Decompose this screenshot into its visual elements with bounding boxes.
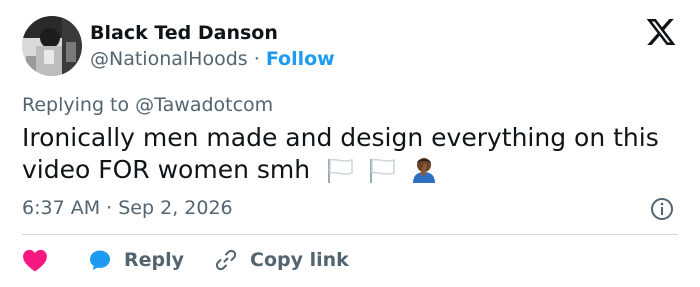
tweet-text: Ironically men made and design everythin… <box>22 122 682 191</box>
tweet-timestamp[interactable]: 6:37 AM · Sep 2, 2026 <box>22 197 233 219</box>
avatar[interactable] <box>22 16 82 76</box>
copy-link-button[interactable]: Copy link <box>214 248 349 272</box>
tweet-text-line-2: video FOR women smh <box>22 154 682 191</box>
reply-label: Reply <box>124 249 185 271</box>
white-flag-icon <box>368 157 396 191</box>
tweet-date: Sep 2, 2026 <box>118 197 233 219</box>
author-handle[interactable]: @NationalHoods <box>90 48 248 70</box>
avatar-photo <box>22 16 82 76</box>
timestamp-separator: · <box>106 197 113 219</box>
author-name[interactable]: Black Ted Danson <box>90 22 278 44</box>
replying-prefix: Replying to <box>22 94 130 116</box>
reply-bubble-icon <box>90 250 110 270</box>
replying-mention[interactable]: @Tawadotcom <box>135 94 273 116</box>
tweet-text-line-2-text: video FOR women smh <box>22 155 311 184</box>
heart-icon <box>23 249 47 272</box>
tweet-time: 6:37 AM <box>22 197 101 219</box>
tweet-text-line-1: Ironically men made and design everythin… <box>22 123 659 152</box>
like-button[interactable] <box>22 248 48 272</box>
reply-button[interactable]: Reply <box>88 248 184 272</box>
replying-to: Replying to @Tawadotcom <box>22 94 273 116</box>
person-facepalming-icon <box>410 155 438 191</box>
author-handle-row: @NationalHoods · Follow <box>90 48 335 70</box>
white-flag-icon <box>326 157 354 191</box>
handle-separator: · <box>253 48 260 70</box>
link-icon <box>215 249 237 271</box>
action-bar: Reply Copy link <box>22 244 349 276</box>
x-logo-icon[interactable] <box>645 16 677 48</box>
copy-link-label: Copy link <box>250 249 349 271</box>
follow-button[interactable]: Follow <box>266 48 335 70</box>
divider <box>22 234 678 235</box>
info-icon[interactable] <box>650 197 674 221</box>
